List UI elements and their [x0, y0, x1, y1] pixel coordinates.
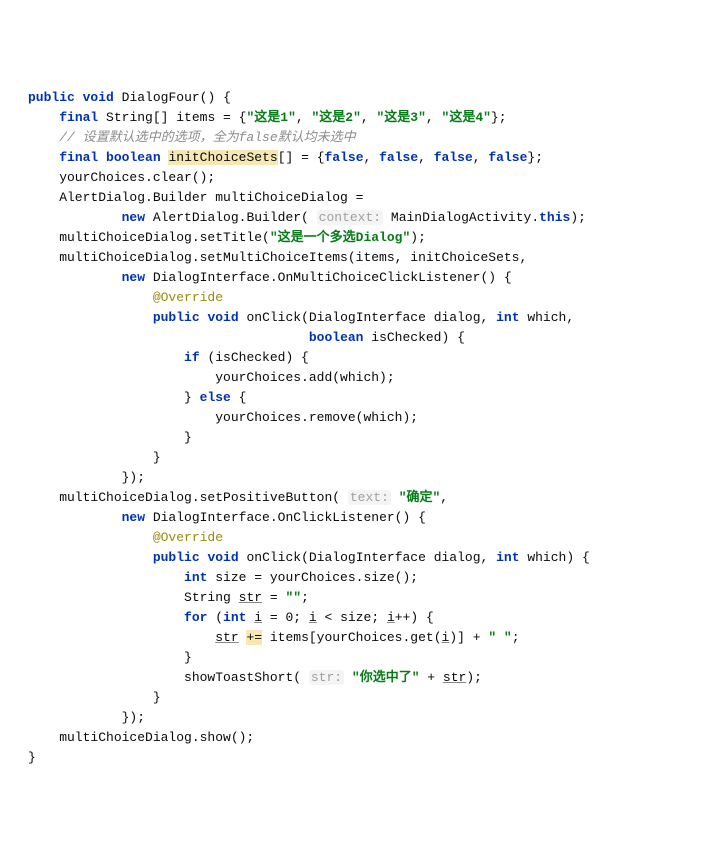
t: multiChoiceDialog.setTitle("这是一个多选Dialog… [28, 230, 426, 245]
t: } [28, 750, 36, 765]
t: yourChoices.remove(which); [28, 410, 418, 425]
t: int size = yourChoices.size(); [28, 570, 418, 585]
t: public void onClick(DialogInterface dial… [28, 550, 590, 565]
t: // 设置默认选中的选项，全为false默认均未选中 [28, 130, 356, 145]
t: AlertDialog.Builder multiChoiceDialog = [28, 190, 363, 205]
t: str += items[yourChoices.get(i)] + " "; [28, 630, 520, 645]
t: yourChoices.clear(); [28, 170, 215, 185]
t: multiChoiceDialog.setPositiveButton( tex… [28, 490, 448, 505]
t: } [28, 450, 161, 465]
t: } else { [28, 390, 246, 405]
t: final boolean initChoiceSets[] = {false,… [28, 150, 543, 165]
t: } [28, 650, 192, 665]
t: @Override [28, 290, 223, 305]
t: new DialogInterface.OnClickListener() { [28, 510, 426, 525]
t: String str = ""; [28, 590, 309, 605]
t: }); [28, 710, 145, 725]
t: multiChoiceDialog.show(); [28, 730, 254, 745]
t: final String[] items = {"这是1", "这是2", "这… [28, 110, 507, 125]
t: }); [28, 470, 145, 485]
t: for (int i = 0; i < size; i++) { [28, 610, 434, 625]
code-block: public void DialogFour() { final String[… [28, 88, 718, 768]
t: } [28, 690, 161, 705]
t: public void onClick(DialogInterface dial… [28, 310, 574, 325]
t: public void DialogFour() { [28, 90, 231, 105]
t: if (isChecked) { [28, 350, 309, 365]
t: new AlertDialog.Builder( context: MainDi… [28, 210, 586, 225]
t: new DialogInterface.OnMultiChoiceClickLi… [28, 270, 512, 285]
t: } [28, 430, 192, 445]
t: yourChoices.add(which); [28, 370, 395, 385]
t: boolean isChecked) { [28, 330, 465, 345]
t: multiChoiceDialog.setMultiChoiceItems(it… [28, 250, 527, 265]
t: @Override [28, 530, 223, 545]
